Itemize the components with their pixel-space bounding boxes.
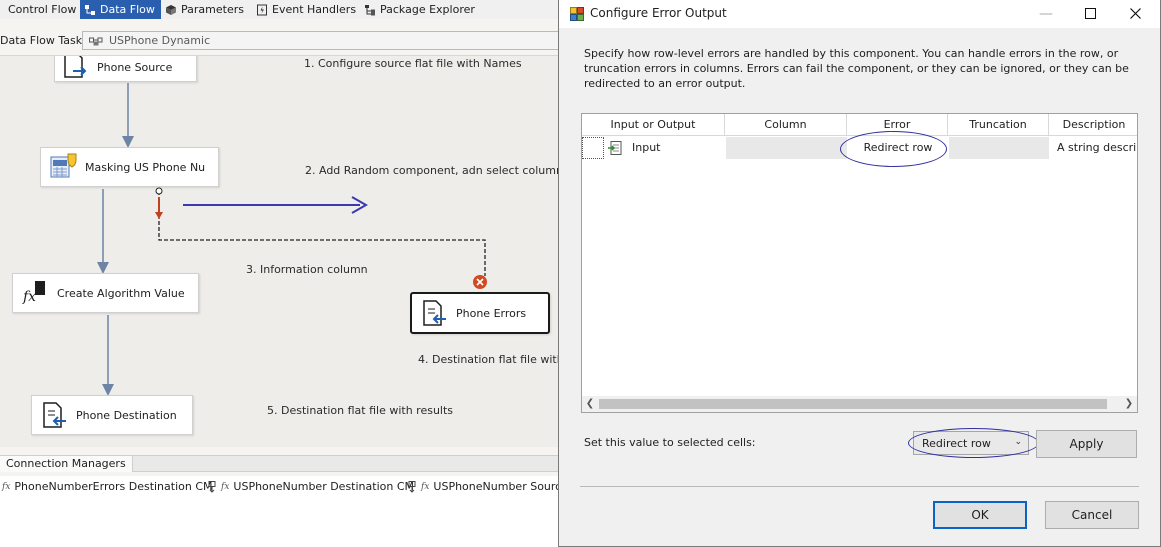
package-explorer-icon [365,4,375,15]
connection-manager-item[interactable]: fx PhoneNumberErrors Destination CM [2,480,213,493]
column-header-description[interactable]: Description [1049,114,1137,136]
component-create-algorithm[interactable]: fx Create Algorithm Value [12,273,199,313]
annotation-2: 2. Add Random component, adn select colu… [305,164,558,177]
dialog-app-icon [570,7,584,21]
data-flow-task-row: Data Flow Task: USPhone Dynamic [0,30,562,52]
connection-manager-label: PhoneNumberErrors Destination CM [14,480,213,493]
cell-column[interactable] [726,137,847,159]
error-value-select[interactable]: Redirect row ⌄ [913,431,1029,455]
annotation-3: 3. Information column [246,263,368,276]
dialog-description: Specify how row-level errors are handled… [584,47,1129,90]
close-button[interactable] [1124,4,1146,24]
annotation-arrow [183,196,369,214]
tab-event-handlers-label: Event Handlers [272,3,357,16]
connection-icon [408,480,416,493]
error-marker-icon [473,275,487,289]
designer-tab-bar: Control Flow Data Flow Parameters Event … [0,0,560,19]
connection-icon [208,480,216,493]
column-header-input-or-output[interactable]: Input or Output [582,114,725,136]
parameters-icon [166,4,176,15]
data-flow-task-label: Data Flow Task: [0,34,86,47]
expression-icon: fx [221,481,230,492]
horizontal-scrollbar[interactable]: ❮ ❯ [582,396,1137,412]
cell-description[interactable]: A string descri... [1057,137,1137,159]
minimize-button[interactable]: — [1035,4,1057,24]
data-flow-canvas[interactable]: Phone Source Masking US Phone Nu fx Crea… [0,55,558,447]
svg-text:fx: fx [22,289,36,305]
connection-manager-item[interactable]: fx USPhoneNumber Source C [407,480,579,493]
dialog-separator [580,486,1139,487]
connection-managers-tab[interactable]: Connection Managers [0,456,133,472]
component-masking[interactable]: Masking US Phone Nu [40,147,219,187]
data-flow-task-combo[interactable]: USPhone Dynamic [82,31,562,50]
error-output-grid[interactable]: Input or Output Column Error Truncation … [581,113,1138,413]
event-handlers-icon [257,4,267,15]
tab-event-handlers[interactable]: Event Handlers [256,0,356,19]
input-icon [608,141,622,155]
derived-column-icon: fx [22,281,45,305]
tab-parameters-label: Parameters [181,3,244,16]
component-phone-destination[interactable]: Phone Destination [31,395,193,435]
tab-control-flow[interactable]: Control Flow [0,0,76,19]
component-create-algorithm-label: Create Algorithm Value [57,286,185,300]
data-flow-paths [97,83,487,396]
error-value-select-value: Redirect row [922,436,991,450]
connection-managers-list: fx PhoneNumberErrors Destination CM fx U… [0,476,579,547]
flat-file-destination-icon [43,402,66,428]
component-phone-errors[interactable]: Phone Errors [410,292,550,334]
expression-icon: fx [421,481,430,492]
apply-button[interactable]: Apply [1036,430,1137,458]
dialog-title-bar[interactable]: Configure Error Output — [559,0,1160,28]
tab-package-explorer-label: Package Explorer [380,3,475,16]
scroll-right-icon[interactable]: ❯ [1121,396,1137,412]
tab-package-explorer[interactable]: Package Explorer [364,0,475,19]
masking-component-icon [50,153,77,178]
chevron-down-icon: ⌄ [1014,437,1022,447]
annotation-1: 1. Configure source flat file with Names [304,57,522,70]
component-phone-destination-label: Phone Destination [76,408,177,422]
component-masking-label: Masking US Phone Nu [85,160,206,174]
maximize-button[interactable] [1079,4,1101,24]
data-flow-task-icon [89,37,103,45]
component-phone-errors-label: Phone Errors [456,306,527,320]
connection-manager-label: USPhoneNumber Destination CM [233,480,415,493]
cell-input[interactable]: Input [632,137,722,159]
ok-button[interactable]: OK [933,501,1027,529]
set-value-label: Set this value to selected cells: [584,436,756,449]
cell-truncation[interactable] [949,137,1049,159]
close-icon [1129,8,1141,19]
data-flow-task-value: USPhone Dynamic [109,34,211,47]
cancel-button[interactable]: Cancel [1045,501,1139,529]
cell-error[interactable]: Redirect row [848,137,948,159]
annotation-5: 5. Destination flat file with results [267,404,454,417]
column-header-truncation[interactable]: Truncation [948,114,1049,136]
column-header-column[interactable]: Column [725,114,847,136]
row-selector[interactable] [582,137,604,159]
tab-data-flow[interactable]: Data Flow [80,0,161,19]
flat-file-destination-icon [423,300,446,326]
component-phone-source[interactable]: Phone Source [54,56,197,82]
configure-error-output-dialog: Configure Error Output — Specify how row… [558,0,1161,547]
maximize-icon [1084,8,1096,19]
scrollbar-thumb[interactable] [599,399,1107,409]
connection-manager-item[interactable]: fx USPhoneNumber Destination CM [207,480,414,493]
tab-data-flow-label: Data Flow [100,3,155,16]
flat-file-source-icon [64,56,87,78]
connection-managers-bar: Connection Managers [0,455,560,472]
data-flow-icon [85,4,95,15]
expression-icon: fx [2,481,11,492]
tab-control-flow-label: Control Flow [8,3,77,16]
annotation-4: 4. Destination flat file with [418,353,558,366]
scroll-left-icon[interactable]: ❮ [582,396,598,412]
tab-parameters[interactable]: Parameters [165,0,244,19]
dialog-title: Configure Error Output [590,6,727,20]
component-phone-source-label: Phone Source [97,60,173,74]
column-header-error[interactable]: Error [847,114,948,136]
